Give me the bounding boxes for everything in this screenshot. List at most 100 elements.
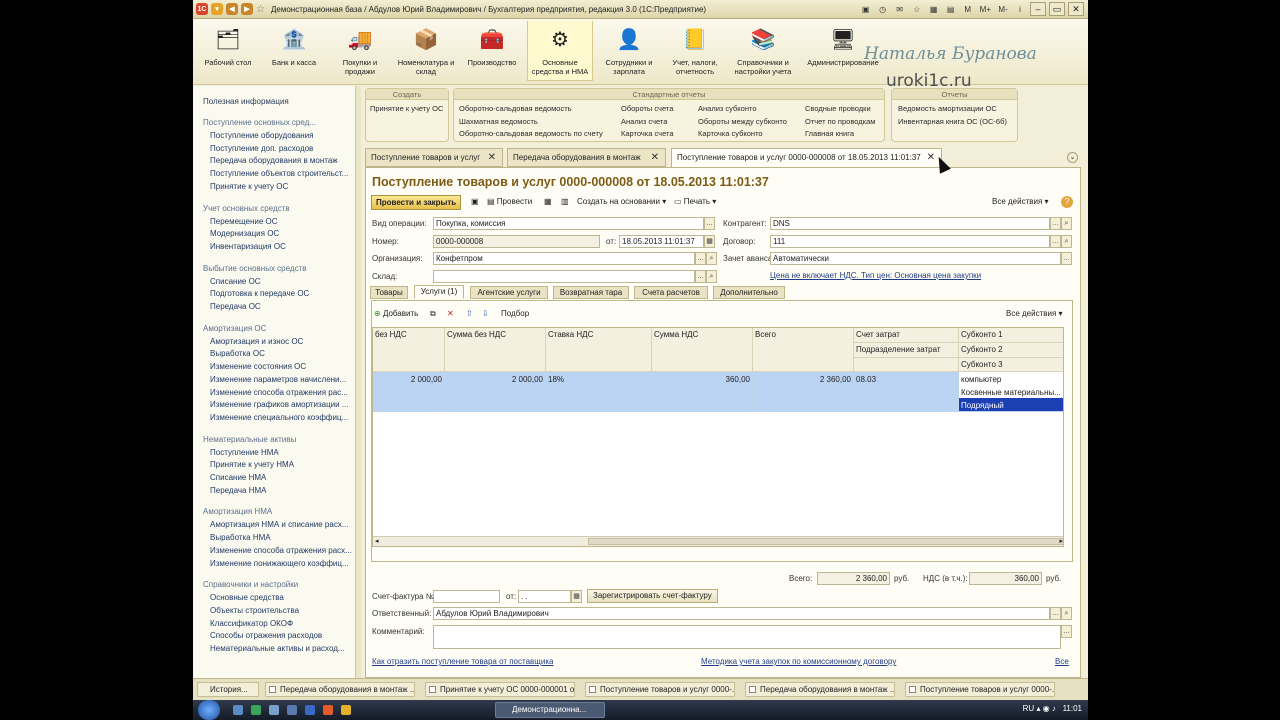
open-window-4[interactable]: Передача оборудования в монтаж ... <box>745 682 895 697</box>
cell-vat-rate[interactable]: 18% <box>546 372 652 412</box>
calendar-icon[interactable]: ▦ <box>704 235 715 248</box>
table-row[interactable]: 2 000,00 2 000,00 18% 360,00 2 360,00 08… <box>373 372 1063 412</box>
sidebar-item[interactable]: Изменение понижающего коэффиц... <box>210 559 349 568</box>
section-reports[interactable]: 📒 Учет, налоги, отчетность <box>662 25 728 77</box>
select-button[interactable]: … <box>1061 252 1072 265</box>
m-minus-button[interactable]: M- <box>996 2 1010 16</box>
report-general-ledger[interactable]: Главная книга <box>805 129 854 138</box>
sidebar-item[interactable]: Принятие к учету НМА <box>210 460 294 469</box>
history-button[interactable]: История... <box>197 682 259 697</box>
report-chess[interactable]: Шахматная ведомость <box>459 117 538 126</box>
start-button[interactable] <box>198 700 220 720</box>
clock[interactable]: 11:01 <box>1063 704 1082 713</box>
report-entries[interactable]: Отчет по проводкам <box>805 117 875 126</box>
cell-sub3[interactable]: Подрядный <box>959 398 1063 411</box>
taskbar-app-1c[interactable]: Демонстрационна... <box>495 702 605 718</box>
all-actions-button[interactable]: Все действия ▾ <box>992 197 1049 206</box>
post-button[interactable]: ▤ Провести <box>487 197 532 206</box>
sidebar-item[interactable]: Изменение состояния ОС <box>210 362 306 371</box>
section-employees[interactable]: 👤 Сотрудники и зарплата <box>596 25 662 77</box>
col-sub3[interactable]: Субконто 3 <box>959 358 1063 372</box>
section-desktop[interactable]: 🗂 Рабочий стол <box>195 25 261 68</box>
help-link-receipt[interactable]: Как отразить поступление товара от поста… <box>372 657 553 666</box>
scroll-right-icon[interactable]: ▸ <box>1059 537 1063 545</box>
report-inventory-book[interactable]: Инвентарная книга ОС (ОС-6б) <box>898 117 1007 126</box>
tab-goods[interactable]: Товары <box>370 286 408 299</box>
sidebar-item[interactable]: Списание ОС <box>210 277 261 286</box>
col-sum-no-vat[interactable]: Сумма без НДС <box>445 328 546 372</box>
sidebar-item[interactable]: Изменение параметров начислени... <box>210 375 346 384</box>
report-summary-entries[interactable]: Сводные проводки <box>805 104 871 113</box>
cell-vat-sum[interactable]: 360,00 <box>652 372 753 412</box>
invoice-date-field[interactable]: . . <box>518 590 571 603</box>
move-down-icon[interactable]: ⇩ <box>482 309 489 318</box>
report-depreciation[interactable]: Ведомость амортизации ОС <box>898 104 997 113</box>
select-button[interactable]: … <box>1050 235 1061 248</box>
select-button[interactable]: … <box>695 270 706 283</box>
report-subconto-turnover[interactable]: Обороты между субконто <box>698 117 787 126</box>
report-account-card[interactable]: Карточка счета <box>621 129 674 138</box>
sidebar-item[interactable]: Классификатор ОКОФ <box>210 619 293 628</box>
section-production[interactable]: 🧰 Производство <box>459 25 525 68</box>
sidebar-item[interactable]: Перемещение ОС <box>210 217 278 226</box>
cell-vat-partial[interactable]: 2 000,00 <box>373 372 445 412</box>
operation-field[interactable]: Покупка, комиссия <box>433 217 704 230</box>
col-vat-partial[interactable]: без НДС <box>373 328 445 372</box>
close-icon[interactable]: ✕ <box>651 149 659 166</box>
select-button[interactable]: … <box>1050 607 1061 620</box>
firefox-icon[interactable] <box>323 705 333 715</box>
sidebar-useful-info[interactable]: Полезная информация <box>203 97 289 106</box>
all-links-link[interactable]: Все <box>1055 657 1069 666</box>
open-window-5[interactable]: Поступление товаров и услуг 0000-... <box>905 682 1055 697</box>
sidebar-item[interactable]: Принятие к учету ОС <box>210 182 288 191</box>
history-icon[interactable]: ◷ <box>876 2 890 16</box>
media-icon[interactable] <box>287 705 297 715</box>
m-plus-button[interactable]: M+ <box>978 2 993 16</box>
doc-tab-transfer[interactable]: Передача оборудования в монтаж ✕ <box>507 148 666 167</box>
help-icon[interactable]: ? <box>1061 196 1073 208</box>
col-sub1[interactable]: Субконто 1 <box>959 328 1063 343</box>
scroll-left-icon[interactable]: ◂ <box>375 537 379 545</box>
ie-icon[interactable] <box>305 705 315 715</box>
move-up-icon[interactable]: ⇧ <box>466 309 473 318</box>
chrome-icon[interactable] <box>341 705 351 715</box>
mail-icon[interactable]: ✉ <box>893 2 907 16</box>
sidebar-item[interactable]: Выработка ОС <box>210 349 265 358</box>
open-window-1[interactable]: Передача оборудования в монтаж ... <box>265 682 415 697</box>
sidebar-item[interactable]: Амортизация и износ ОС <box>210 337 303 346</box>
splitter-handle[interactable] <box>356 86 361 678</box>
action-create-acceptance[interactable]: Принятие к учету ОС <box>370 104 443 113</box>
save-icon[interactable]: ▣ <box>471 197 479 206</box>
search-icon[interactable]: ⌕ <box>1061 607 1072 620</box>
invoice-number-field[interactable] <box>433 590 500 603</box>
responsible-field[interactable]: Абдулов Юрий Владимирович <box>433 607 1050 620</box>
structure-icon[interactable]: ▥ <box>561 197 569 206</box>
open-window-2[interactable]: Принятие к учету ОС 0000-000001 о... <box>425 682 575 697</box>
services-table[interactable]: без НДС Сумма без НДС Ставка НДС Сумма Н… <box>372 327 1064 547</box>
menu-icon[interactable]: ▾ <box>211 3 223 15</box>
info-icon[interactable]: i <box>1013 2 1027 16</box>
sidebar-item[interactable]: Передача ОС <box>210 302 261 311</box>
comment-field[interactable] <box>433 625 1061 649</box>
sidebar-item[interactable]: Поступление объектов строительст... <box>210 169 348 178</box>
col-vat-sum[interactable]: Сумма НДС <box>652 328 753 372</box>
sidebar-item[interactable]: Выработка НМА <box>210 533 271 542</box>
number-field[interactable]: 0000-000008 <box>433 235 600 248</box>
sidebar-item[interactable]: Поступление НМА <box>210 448 279 457</box>
desktop-icon[interactable] <box>233 705 243 715</box>
sidebar-item[interactable]: Основные средства <box>210 593 284 602</box>
print-button[interactable]: ▭ Печать ▾ <box>674 197 716 206</box>
sidebar-item[interactable]: Изменение графиков амортизации ... <box>210 400 349 409</box>
tab-returnable-tare[interactable]: Возвратная тара <box>553 286 629 299</box>
tab-agent-services[interactable]: Агентские услуги <box>470 286 548 299</box>
cell-sub2[interactable]: Косвенные материальны... <box>959 385 1063 398</box>
sidebar-item[interactable]: Амортизация НМА и списание расх... <box>210 520 348 529</box>
tab-additional[interactable]: Дополнительно <box>713 286 785 299</box>
report-account-analysis[interactable]: Анализ счета <box>621 117 667 126</box>
section-bank[interactable]: 🏦 Банк и касса <box>261 25 327 68</box>
section-nomenclature[interactable]: 📦 Номенклатура и склад <box>393 25 459 77</box>
sidebar-item[interactable]: Изменение способа отражения рас... <box>210 388 348 397</box>
sidebar-item[interactable]: Списание НМА <box>210 473 266 482</box>
favorites-star-icon[interactable]: ☆ <box>256 4 265 15</box>
section-assets[interactable]: ⚙ Основные средства и НМА <box>527 21 593 81</box>
